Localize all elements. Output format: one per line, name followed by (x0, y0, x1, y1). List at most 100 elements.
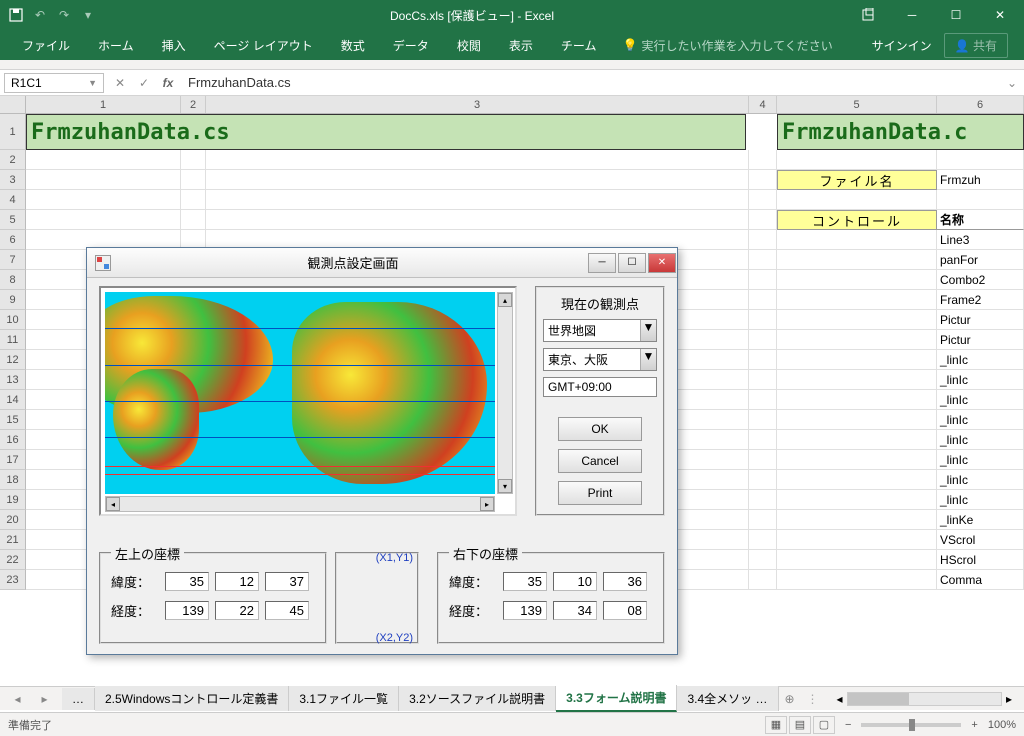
row-header[interactable]: 12 (0, 350, 26, 370)
col-header-1[interactable]: 1 (26, 96, 181, 113)
lat-sec-input[interactable]: 36 (603, 572, 647, 591)
select-all-corner[interactable] (0, 96, 26, 113)
sheet-tab[interactable]: 3.1ファイル一覧 (289, 686, 399, 711)
row-header[interactable]: 4 (0, 190, 26, 210)
tab-pagelayout[interactable]: ページ レイアウト (200, 31, 327, 60)
merged-title-cell-b[interactable]: FrmzuhanData.c (777, 114, 1024, 150)
file-name-header[interactable]: ファイル名 (777, 170, 937, 190)
row-header[interactable]: 15 (0, 410, 26, 430)
row-header[interactable]: 13 (0, 370, 26, 390)
lon-min-input[interactable]: 22 (215, 601, 259, 620)
row-header[interactable]: 1 (0, 114, 26, 150)
lat-deg-input[interactable]: 35 (503, 572, 547, 591)
normal-view-icon[interactable]: ▦ (765, 716, 787, 734)
row-header[interactable]: 2 (0, 150, 26, 170)
city-combo[interactable]: 東京、大阪▼ (543, 348, 657, 371)
qat-customize-icon[interactable]: ▾ (80, 7, 96, 23)
lon-sec-input[interactable]: 45 (265, 601, 309, 620)
dialog-close-button[interactable]: ✕ (648, 253, 676, 273)
save-icon[interactable] (8, 7, 24, 23)
row-header[interactable]: 19 (0, 490, 26, 510)
close-button[interactable]: ✕ (980, 1, 1020, 29)
scroll-down-icon[interactable]: ▾ (498, 479, 512, 493)
tellme-text[interactable]: 実行したい作業を入力してください (641, 37, 832, 54)
col-header-2[interactable]: 2 (181, 96, 206, 113)
row-header[interactable]: 14 (0, 390, 26, 410)
col-header-4[interactable]: 4 (749, 96, 777, 113)
row-header[interactable]: 11 (0, 330, 26, 350)
tab-formulas[interactable]: 数式 (327, 31, 379, 60)
sheet-tab[interactable]: 2.5Windowsコントロール定義書 (95, 686, 289, 711)
col-header-5[interactable]: 5 (777, 96, 937, 113)
row-header[interactable]: 8 (0, 270, 26, 290)
formula-expand-icon[interactable]: ⌄ (1000, 76, 1024, 90)
minimize-button[interactable]: ─ (892, 1, 932, 29)
tab-data[interactable]: データ (379, 31, 443, 60)
lat-sec-input[interactable]: 37 (265, 572, 309, 591)
row-header[interactable]: 10 (0, 310, 26, 330)
tab-split-handle[interactable]: ⋮ (801, 692, 825, 706)
col-header-6[interactable]: 6 (937, 96, 1024, 113)
tab-file[interactable]: ファイル (8, 31, 84, 60)
row-header[interactable]: 16 (0, 430, 26, 450)
lon-deg-input[interactable]: 139 (165, 601, 209, 620)
zoom-slider[interactable] (861, 723, 961, 727)
maximize-button[interactable]: ☐ (936, 1, 976, 29)
zoom-in-button[interactable]: + (971, 719, 977, 731)
page-layout-view-icon[interactable]: ▤ (789, 716, 811, 734)
control-header[interactable]: コントロール (777, 210, 937, 230)
row-header[interactable]: 6 (0, 230, 26, 250)
map-type-combo[interactable]: 世界地図▼ (543, 319, 657, 342)
ok-button[interactable]: OK (558, 417, 642, 441)
row-header[interactable]: 17 (0, 450, 26, 470)
tab-insert[interactable]: 挿入 (148, 31, 200, 60)
map-hscrollbar[interactable]: ◂ ▸ (105, 496, 495, 512)
row-header[interactable]: 23 (0, 570, 26, 590)
sheet-tab-active[interactable]: 3.3フォーム説明書 (556, 685, 677, 712)
dialog-minimize-button[interactable]: ─ (588, 253, 616, 273)
row-header[interactable]: 22 (0, 550, 26, 570)
enter-formula-icon[interactable]: ✓ (132, 76, 156, 90)
dropdown-icon[interactable]: ▼ (640, 320, 656, 341)
redo-icon[interactable]: ↷ (56, 7, 72, 23)
cancel-formula-icon[interactable]: ✕ (108, 76, 132, 90)
row-header[interactable]: 7 (0, 250, 26, 270)
lat-min-input[interactable]: 12 (215, 572, 259, 591)
lat-deg-input[interactable]: 35 (165, 572, 209, 591)
col-header-3[interactable]: 3 (206, 96, 749, 113)
sheet-tab[interactable]: 3.2ソースファイル説明書 (399, 686, 556, 711)
sheet-tab[interactable]: 3.4全メソッ … (677, 686, 778, 711)
lat-min-input[interactable]: 10 (553, 572, 597, 591)
dialog-maximize-button[interactable]: ☐ (618, 253, 646, 273)
lon-min-input[interactable]: 34 (553, 601, 597, 620)
map-vscrollbar[interactable]: ▴ ▾ (497, 292, 513, 494)
tab-review[interactable]: 校閲 (443, 31, 495, 60)
sheet-tab-more[interactable]: … (62, 688, 95, 710)
hscrollbar[interactable] (847, 692, 1002, 706)
name-box[interactable]: R1C1 ▼ (4, 73, 104, 93)
fx-icon[interactable]: fx (156, 76, 180, 90)
merged-title-cell-a[interactable]: FrmzuhanData.cs (26, 114, 746, 150)
tab-home[interactable]: ホーム (84, 31, 148, 60)
row-header[interactable]: 18 (0, 470, 26, 490)
share-button[interactable]: 👤 共有 (944, 33, 1008, 58)
formula-input[interactable] (180, 73, 1000, 92)
dropdown-icon[interactable]: ▼ (640, 349, 656, 370)
page-break-view-icon[interactable]: ▢ (813, 716, 835, 734)
add-sheet-button[interactable]: ⊕ (779, 692, 801, 706)
row-header[interactable]: 20 (0, 510, 26, 530)
row-header[interactable]: 21 (0, 530, 26, 550)
lon-deg-input[interactable]: 139 (503, 601, 547, 620)
print-button[interactable]: Print (558, 481, 642, 505)
row-header[interactable]: 9 (0, 290, 26, 310)
row-header[interactable]: 5 (0, 210, 26, 230)
scroll-up-icon[interactable]: ▴ (498, 293, 512, 307)
tab-team[interactable]: チーム (547, 31, 611, 60)
ribbon-options-icon[interactable] (848, 1, 888, 29)
hscroll-left-icon[interactable]: ◂ (833, 692, 847, 706)
scroll-left-icon[interactable]: ◂ (106, 497, 120, 511)
undo-icon[interactable]: ↶ (32, 7, 48, 23)
zoom-level[interactable]: 100% (988, 719, 1016, 731)
world-map[interactable] (105, 292, 495, 494)
name-box-dropdown-icon[interactable]: ▼ (88, 78, 97, 88)
